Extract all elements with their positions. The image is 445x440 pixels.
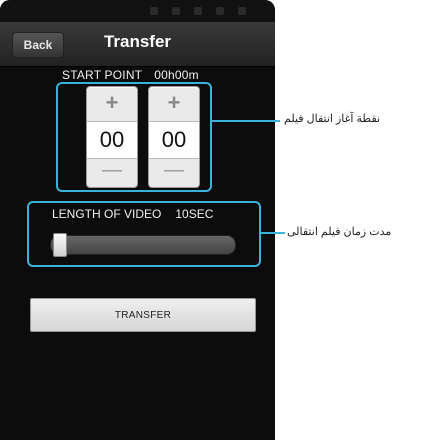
- callout-length: مدت زمان فیلم انتقالی: [287, 226, 392, 238]
- page-title: Transfer: [103, 32, 172, 51]
- length-highlight: [27, 201, 261, 267]
- status-icon: [216, 7, 224, 15]
- start-point-label: START POINT 00h00m: [62, 68, 199, 82]
- start-point-time: 00h00m: [154, 68, 199, 82]
- status-icon: [172, 7, 180, 15]
- status-bar: [0, 0, 275, 22]
- status-icon: [238, 7, 246, 15]
- callout-line-start: [210, 120, 280, 122]
- callout-start-point: نقطة آغاز انتقال فیلم: [284, 113, 381, 125]
- phone-screen: Back Transfer START POINT 00h00m + 00 — +…: [0, 0, 275, 440]
- callout-line-length: [259, 232, 285, 234]
- start-point-highlight: [56, 82, 212, 192]
- status-icon: [194, 7, 202, 15]
- transfer-button[interactable]: TRANSFER: [30, 298, 256, 332]
- status-icon: [150, 7, 158, 15]
- start-point-text: START POINT: [62, 68, 143, 82]
